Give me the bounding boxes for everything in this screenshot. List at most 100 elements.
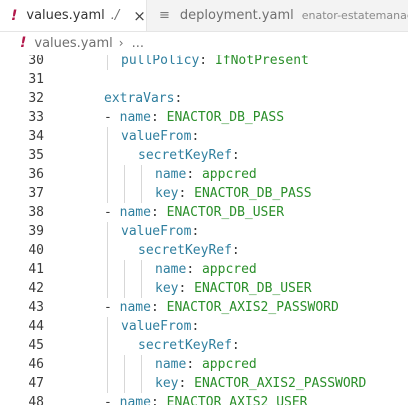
indent-guide	[124, 165, 125, 203]
breadcrumb: ! values.yaml › ...	[0, 31, 408, 55]
yaml-punct: :	[231, 243, 240, 258]
line-number: 44	[28, 319, 44, 334]
yaml-value: appcred	[201, 262, 257, 277]
breadcrumb-file[interactable]: values.yaml	[34, 36, 112, 51]
indent-guide	[107, 317, 108, 393]
close-icon[interactable]: ×	[133, 7, 146, 25]
yaml-value: ENACTOR_DB_PASS	[166, 110, 285, 125]
indent-guide	[124, 355, 125, 393]
code-text: - name: ENACTOR_AXIS2_USER	[104, 393, 308, 405]
yaml-punct: :	[191, 129, 200, 144]
code-text: key: ENACTOR_AXIS2_PASSWORD	[155, 374, 366, 393]
code-text: name: appcred	[155, 260, 257, 279]
yaml-punct: :	[174, 91, 183, 106]
code-line[interactable]: 48 - name: ENACTOR_AXIS2_USER	[0, 393, 408, 405]
indent-guide	[141, 260, 142, 298]
code-line[interactable]: 32 extraVars:	[0, 89, 408, 108]
indent-guide	[107, 127, 108, 203]
line-number: 32	[28, 91, 44, 106]
code-line[interactable]: 45 secretKeyRef:	[0, 336, 408, 355]
code-line[interactable]: 44 valueFrom:	[0, 317, 408, 336]
yaml-value: ENACTOR_AXIS2_PASSWORD	[194, 376, 367, 391]
tab-bar: ! values.yaml ./ × ≡ deployment.yaml ena…	[0, 0, 408, 32]
yaml-value: ENACTOR_AXIS2_PASSWORD	[166, 300, 339, 315]
code-text: - name: ENACTOR_DB_USER	[104, 203, 284, 222]
tab-values-yaml[interactable]: ! values.yaml ./ ×	[0, 0, 147, 31]
code-text: name: appcred	[155, 355, 257, 374]
yaml-punct: :	[231, 148, 240, 163]
indent-guide	[107, 55, 108, 70]
yaml-key: key	[155, 186, 179, 201]
yaml-punct: :	[150, 110, 167, 125]
tab-deployment-yaml[interactable]: ≡ deployment.yaml enator-estatemanager/.…	[147, 0, 408, 31]
code-text: valueFrom:	[121, 222, 199, 241]
tab-label: values.yaml	[26, 8, 105, 23]
yaml-punct: :	[178, 281, 195, 296]
yaml-key: valueFrom	[121, 129, 192, 144]
yaml-punct: :	[186, 357, 202, 372]
code-line[interactable]: 40 secretKeyRef:	[0, 241, 408, 260]
line-number: 43	[28, 300, 44, 315]
code-line[interactable]: 31	[0, 70, 408, 89]
yaml-punct: -	[104, 110, 120, 125]
code-line[interactable]: 35 secretKeyRef:	[0, 146, 408, 165]
code-line[interactable]: 34 valueFrom:	[0, 127, 408, 146]
breadcrumb-more[interactable]: ...	[132, 36, 144, 51]
yaml-file-icon: !	[11, 7, 18, 24]
code-line[interactable]: 30 pullPolicy: IfNotPresent	[0, 55, 408, 70]
yaml-key: name	[119, 205, 151, 220]
yaml-punct: :	[191, 224, 200, 239]
line-number: 38	[28, 205, 44, 220]
line-number: 39	[28, 224, 44, 239]
code-editor[interactable]: 30 pullPolicy: IfNotPresent 31 32 extraVars:…	[0, 55, 408, 405]
yaml-punct: :	[199, 55, 215, 68]
yaml-key: name	[155, 357, 187, 372]
code-text: pullPolicy: IfNotPresent	[121, 55, 309, 70]
yaml-punct: :	[186, 167, 202, 182]
yaml-punct: -	[104, 300, 120, 315]
code-line[interactable]: 36 name: appcred	[0, 165, 408, 184]
code-line[interactable]: 33 - name: ENACTOR_DB_PASS	[0, 108, 408, 127]
line-number: 36	[28, 167, 44, 182]
code-text: secretKeyRef:	[138, 146, 240, 165]
yaml-punct: -	[104, 205, 120, 220]
yaml-value: appcred	[201, 167, 257, 182]
yaml-key: secretKeyRef	[138, 338, 232, 353]
yaml-punct: :	[150, 395, 167, 405]
yaml-key: name	[119, 300, 151, 315]
yaml-key: valueFrom	[121, 319, 192, 334]
code-line[interactable]: 42 key: ENACTOR_DB_USER	[0, 279, 408, 298]
code-line[interactable]: 41 name: appcred	[0, 260, 408, 279]
code-line[interactable]: 43 - name: ENACTOR_AXIS2_PASSWORD	[0, 298, 408, 317]
yaml-punct: -	[104, 395, 120, 405]
yaml-punct: :	[150, 205, 167, 220]
code-text: valueFrom:	[121, 317, 199, 336]
yaml-punct: :	[178, 376, 195, 391]
yaml-key: name	[119, 395, 151, 405]
tab-description: enator-estatemanager/...	[301, 9, 408, 22]
code-text: valueFrom:	[121, 127, 199, 146]
line-number: 42	[28, 281, 44, 296]
code-line[interactable]: 47 key: ENACTOR_AXIS2_PASSWORD	[0, 374, 408, 393]
code-line[interactable]: 46 name: appcred	[0, 355, 408, 374]
yaml-value: ENACTOR_AXIS2_USER	[166, 395, 308, 405]
code-line[interactable]: 39 valueFrom:	[0, 222, 408, 241]
yaml-key: secretKeyRef	[138, 148, 232, 163]
line-number: 41	[28, 262, 44, 277]
code-line[interactable]: 38 - name: ENACTOR_DB_USER	[0, 203, 408, 222]
chevron-right-icon: ›	[118, 36, 124, 50]
line-number: 45	[28, 338, 44, 353]
yaml-punct: :	[150, 300, 167, 315]
line-number: 40	[28, 243, 44, 258]
line-number: 33	[28, 110, 44, 125]
yaml-value: appcred	[201, 357, 257, 372]
line-number: 37	[28, 186, 44, 201]
code-text: name: appcred	[155, 165, 257, 184]
code-line[interactable]: 37 key: ENACTOR_DB_PASS	[0, 184, 408, 203]
code-text: key: ENACTOR_DB_PASS	[155, 184, 312, 203]
code-text: key: ENACTOR_DB_USER	[155, 279, 312, 298]
yaml-file-icon: !	[20, 35, 27, 51]
line-number: 48	[28, 395, 44, 405]
yaml-key: key	[155, 376, 179, 391]
yaml-value: IfNotPresent	[214, 55, 309, 68]
